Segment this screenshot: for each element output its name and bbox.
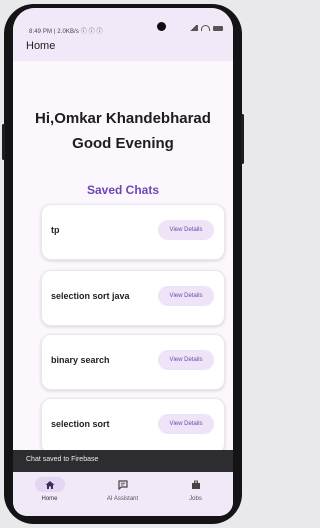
home-icon [45, 480, 54, 489]
nav-label-ai-assistant: AI Assistant [106, 496, 139, 502]
front-camera [157, 22, 166, 31]
page-title: Home [26, 40, 56, 52]
saved-chat-card[interactable]: selection sort View Details [41, 398, 225, 454]
nav-item-jobs[interactable]: Jobs [159, 477, 232, 513]
view-details-button[interactable]: View Details [158, 414, 214, 434]
nav-item-ai-assistant[interactable]: AI Assistant [86, 477, 159, 513]
phone-screen: 8:49 PM | 2.0KB/s ⓘ ⓘ ⓘ Home Hi,Omkar Kh… [13, 8, 233, 516]
power-button [2, 124, 5, 160]
signal-icon [189, 25, 198, 31]
battery-icon [213, 25, 223, 31]
saved-chat-label: tp [51, 225, 60, 235]
nav-label-jobs: Jobs [189, 496, 202, 502]
saved-chat-card[interactable]: binary search View Details [41, 334, 225, 390]
status-icons [189, 25, 223, 31]
nav-item-home[interactable]: Home [13, 477, 86, 513]
nav-pill [108, 477, 138, 492]
view-details-button[interactable]: View Details [158, 220, 214, 240]
saved-chat-card[interactable]: selection sort java View Details [41, 270, 225, 326]
saved-chat-card[interactable]: tp View Details [41, 204, 225, 260]
saved-chats-title: Saved Chats [86, 183, 160, 197]
briefcase-icon [191, 480, 200, 489]
nav-label-home: Home [41, 496, 58, 502]
view-details-button[interactable]: View Details [158, 350, 214, 370]
snackbar-text: Chat saved to Firebase [26, 456, 99, 463]
greeting-time: Good Evening [72, 135, 174, 152]
nav-pill [181, 477, 211, 492]
saved-chat-label: binary search [51, 355, 110, 365]
nav-pill [34, 477, 65, 492]
view-details-button[interactable]: View Details [158, 286, 214, 306]
greeting-name: Hi,Omkar Khandebharad [35, 110, 211, 127]
wifi-icon [201, 25, 210, 31]
saved-chat-label: selection sort [51, 419, 110, 429]
saved-chat-label: selection sort java [51, 291, 130, 301]
bottom-navigation: Home AI Assistant Jobs [13, 472, 233, 516]
volume-button [241, 114, 244, 164]
status-bar: 8:49 PM | 2.0KB/s ⓘ ⓘ ⓘ [13, 8, 233, 35]
app-bar: Home [13, 34, 233, 60]
snackbar: Chat saved to Firebase [13, 450, 233, 472]
chat-icon [117, 479, 128, 490]
